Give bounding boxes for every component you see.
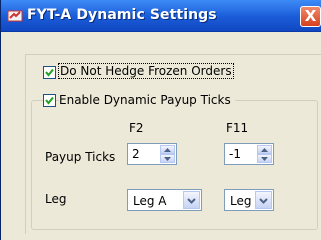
title-bar[interactable]: FYT-A Dynamic Settings X <box>1 0 321 32</box>
spinner-buttons <box>160 145 175 163</box>
spin-up-button[interactable] <box>257 145 272 154</box>
close-button[interactable]: X <box>300 6 321 27</box>
window-title: FYT-A Dynamic Settings <box>27 7 217 23</box>
check-icon <box>45 96 54 105</box>
arrow-down-icon <box>164 157 171 161</box>
leg-f11-dropdown[interactable]: Leg B <box>224 189 274 211</box>
spin-down-button[interactable] <box>257 154 272 163</box>
arrow-up-icon <box>261 148 268 152</box>
payup-f2-value[interactable]: 2 <box>132 147 140 161</box>
payup-ticks-label: Payup Ticks <box>45 150 116 164</box>
check-icon <box>45 68 54 77</box>
column-header-f2: F2 <box>129 121 144 135</box>
dropdown-button[interactable] <box>255 191 272 209</box>
payup-f11-spinner[interactable]: -1 <box>224 143 274 165</box>
do-not-hedge-checkbox[interactable] <box>43 66 56 79</box>
enable-dynamic-checkbox[interactable] <box>43 94 56 107</box>
spinner-buttons <box>257 145 272 163</box>
chevron-down-icon <box>187 198 196 204</box>
leg-f2-value: Leg A <box>133 194 167 208</box>
arrow-down-icon <box>261 157 268 161</box>
app-icon <box>7 8 23 22</box>
payup-f11-value[interactable]: -1 <box>229 147 241 161</box>
dropdown-button[interactable] <box>183 191 200 209</box>
column-header-f11: F11 <box>226 121 249 135</box>
leg-f2-dropdown[interactable]: Leg A <box>127 189 202 211</box>
spin-up-button[interactable] <box>160 145 175 154</box>
leg-label: Leg <box>45 192 67 206</box>
arrow-up-icon <box>164 148 171 152</box>
do-not-hedge-label[interactable]: Do Not Hedge Frozen Orders <box>58 63 234 79</box>
chevron-down-icon <box>259 198 268 204</box>
payup-f2-spinner[interactable]: 2 <box>127 143 177 165</box>
spin-down-button[interactable] <box>160 154 175 163</box>
close-icon: X <box>304 7 317 25</box>
dialog-window: FYT-A Dynamic Settings X Do Not Hedge Fr… <box>0 0 321 240</box>
enable-dynamic-label[interactable]: Enable Dynamic Payup Ticks <box>59 93 235 107</box>
dialog-content: Do Not Hedge Frozen Orders Enable Dynami… <box>1 32 321 240</box>
